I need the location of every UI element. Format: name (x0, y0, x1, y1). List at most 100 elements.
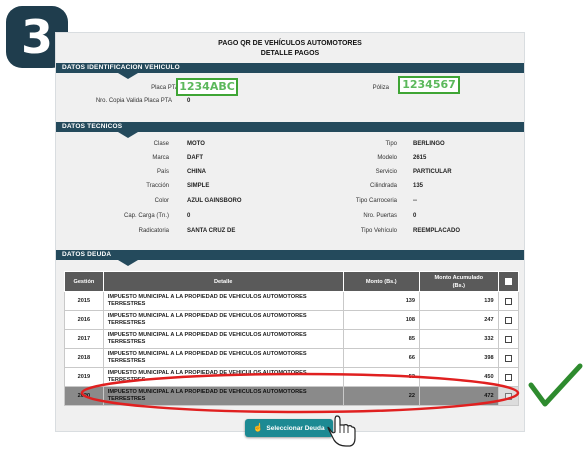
section-notch (118, 132, 138, 138)
tech-value-tipo: BERLINGO (413, 141, 445, 147)
tech-value-servicio: PARTICULAR (413, 169, 452, 175)
row-monto: 108 (342, 310, 421, 330)
row-acumulado: 332 (419, 329, 499, 349)
row-checkbox[interactable] (504, 335, 512, 343)
section-vehicle-id-title: DATOS IDENTIFICACION VEHICULO (62, 64, 180, 71)
row-detalle: IMPUESTO MUNICIPAL A LA PROPIEDAD DE VEH… (102, 367, 344, 387)
row-acumulado: 450 (419, 367, 499, 387)
tech-value-pais: CHINA (187, 169, 206, 175)
tech-label-pais: País (156, 169, 169, 175)
col-acumulado: Monto Acumulado (Bs.) (419, 271, 499, 292)
row-detalle: IMPUESTO MUNICIPAL A LA PROPIEDAD DE VEH… (102, 310, 344, 330)
row-checkbox[interactable] (504, 316, 512, 324)
copia-value: 0 (187, 98, 191, 104)
placa-value: 1234ABC (179, 80, 235, 93)
table-row: 2017 IMPUESTO MUNICIPAL A LA PROPIEDAD D… (64, 329, 520, 349)
table-row-selected: 2020 IMPUESTO MUNICIPAL A LA PROPIEDAD D… (64, 386, 520, 406)
tech-label-traccion: Tracción (146, 183, 169, 189)
row-checkbox-cell (497, 367, 520, 387)
row-acumulado: 398 (419, 348, 499, 368)
section-tech-data-title: DATOS TECNICOS (62, 123, 123, 130)
row-detalle: IMPUESTO MUNICIPAL A LA PROPIEDAD DE VEH… (102, 386, 344, 406)
select-debt-button-label: Seleccionar Deuda (266, 424, 325, 432)
tech-value-carroceria: -- (413, 198, 417, 204)
row-gestion: 2016 (64, 310, 104, 330)
copia-label: Nro. Copia Valida Placa PTA (95, 98, 172, 104)
col-acumulado-line1: Monto Acumulado (434, 274, 484, 281)
section-notch (118, 260, 138, 266)
row-checkbox-checked[interactable] (504, 392, 512, 400)
row-detalle: IMPUESTO MUNICIPAL A LA PROPIEDAD DE VEH… (102, 348, 344, 368)
placa-label: Placa PTA (151, 85, 179, 91)
tech-label-color: Color (154, 198, 169, 204)
tech-label-servicio: Servicio (375, 169, 397, 175)
poliza-value: 1234567 (402, 78, 456, 91)
row-acumulado: 247 (419, 310, 499, 330)
row-gestion: 2015 (64, 291, 104, 311)
tech-label-cilindrada: Cilindrada (369, 183, 397, 189)
tech-value-traccion: SIMPLE (187, 183, 210, 189)
checkmark-icon (528, 363, 583, 407)
tech-label-puertas: Nro. Puertas (363, 213, 397, 219)
poliza-field[interactable]: 1234567 (398, 76, 460, 94)
select-debt-button[interactable]: ☝ Seleccionar Deuda (245, 419, 333, 437)
section-debt-data-title: DATOS DEUDA (62, 251, 112, 258)
row-checkbox-cell (497, 386, 520, 406)
table-row: 2015 IMPUESTO MUNICIPAL A LA PROPIEDAD D… (64, 291, 520, 311)
row-monto: 139 (342, 291, 421, 311)
tech-value-tipo-vehiculo: REEMPLACADO (413, 228, 461, 234)
row-checkbox[interactable] (504, 354, 512, 362)
col-gestion: Gestión (64, 271, 104, 292)
row-monto: 52 (342, 367, 421, 387)
table-row: 2019 IMPUESTO MUNICIPAL A LA PROPIEDAD D… (64, 367, 520, 387)
page-title-main: PAGO QR DE VEHÍCULOS AUTOMOTORES (218, 40, 362, 47)
debt-table: Gestión Detalle Monto (Bs.) Monto Acumul… (64, 271, 520, 406)
section-tech-data: DATOS TECNICOS (56, 122, 524, 138)
poliza-label: Póliza (372, 85, 389, 91)
row-detalle: IMPUESTO MUNICIPAL A LA PROPIEDAD DE VEH… (102, 329, 344, 349)
page-title: PAGO QR DE VEHÍCULOS AUTOMOTORES DETALLE… (56, 39, 524, 59)
tech-label-clase: Clase (153, 141, 169, 147)
tech-value-clase: MOTO (187, 141, 205, 147)
row-detalle: IMPUESTO MUNICIPAL A LA PROPIEDAD DE VEH… (102, 291, 344, 311)
col-detalle: Detalle (102, 271, 344, 292)
row-checkbox-cell (497, 329, 520, 349)
row-checkbox-cell (497, 348, 520, 368)
tech-label-tipo: Tipo (385, 141, 397, 147)
row-gestion: 2020 (64, 386, 104, 406)
col-acumulado-line2: (Bs.) (452, 282, 466, 289)
row-checkbox-cell (497, 310, 520, 330)
row-checkbox[interactable] (504, 297, 512, 305)
col-monto: Monto (Bs.) (342, 271, 421, 292)
pointer-hand-icon: ☝ (253, 423, 264, 432)
row-monto: 22 (342, 386, 421, 406)
payment-detail-panel: PAGO QR DE VEHÍCULOS AUTOMOTORES DETALLE… (55, 32, 525, 432)
tech-label-capacidad: Cap. Carga (Tn.) (123, 213, 169, 219)
tech-label-marca: Marca (152, 155, 169, 161)
row-acumulado: 472 (419, 386, 499, 406)
tech-value-cilindrada: 135 (413, 183, 424, 189)
placa-field[interactable]: 1234ABC (176, 78, 238, 96)
tech-value-color: AZUL GAINSBORO (187, 198, 242, 204)
row-gestion: 2017 (64, 329, 104, 349)
row-acumulado: 139 (419, 291, 499, 311)
debt-table-header: Gestión Detalle Monto (Bs.) Monto Acumul… (64, 271, 520, 292)
select-all-checkbox[interactable] (504, 277, 512, 285)
row-gestion: 2019 (64, 367, 104, 387)
page-title-sub: DETALLE PAGOS (260, 50, 320, 57)
tech-label-tipo-vehiculo: Tipo Vehículo (360, 228, 397, 234)
tech-value-puertas: 0 (413, 213, 417, 219)
tech-label-radicatoria: Radicatoria (138, 228, 169, 234)
row-checkbox[interactable] (504, 373, 512, 381)
section-vehicle-id: DATOS IDENTIFICACION VEHICULO (56, 63, 524, 79)
tech-value-modelo: 2615 (413, 155, 427, 161)
table-row: 2016 IMPUESTO MUNICIPAL A LA PROPIEDAD D… (64, 310, 520, 330)
row-checkbox-cell (497, 291, 520, 311)
tech-label-modelo: Modelo (377, 155, 397, 161)
section-debt-data: DATOS DEUDA (56, 250, 524, 266)
tech-value-marca: DAFT (187, 155, 203, 161)
row-monto: 66 (342, 348, 421, 368)
section-notch (118, 73, 138, 79)
tech-label-carroceria: Tipo Carroceria (355, 198, 397, 204)
row-gestion: 2018 (64, 348, 104, 368)
